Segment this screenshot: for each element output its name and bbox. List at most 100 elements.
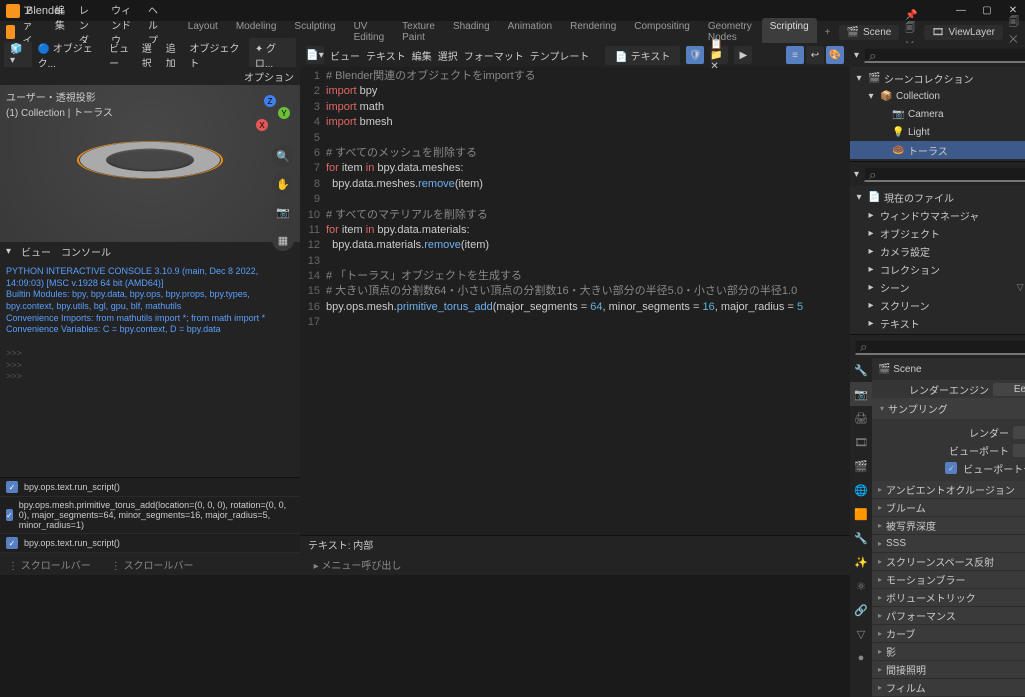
tab-output[interactable]: 🖨 [850, 406, 872, 430]
camera-icon[interactable]: 📷 [272, 201, 294, 223]
prop-section[interactable]: ▸ブルーム [872, 499, 1025, 517]
tab-physics[interactable]: ⚛ [850, 574, 872, 598]
vp-menu-object[interactable]: オブジェクト [189, 40, 242, 70]
prop-section[interactable]: ▸モーションブラー [872, 571, 1025, 589]
axis-z[interactable]: Z [264, 95, 276, 107]
fb-row[interactable]: ▸ウィンドウマネージャ [850, 206, 1025, 224]
render-samples-input[interactable]: 64 [1013, 426, 1025, 439]
outliner-search[interactable] [863, 47, 1025, 63]
editor-type-button[interactable]: 🧊▾ [4, 42, 32, 68]
line-numbers-toggle[interactable]: ≡ [786, 46, 804, 64]
text-datablock[interactable]: 📄 テキスト [605, 46, 680, 65]
fb-search[interactable] [863, 166, 1025, 182]
sampling-section[interactable]: ▾サンプリング [872, 398, 1025, 419]
outliner-row[interactable]: ▾📦Collection👁 📷 [850, 87, 1025, 105]
fb-search-2[interactable] [854, 339, 1025, 355]
outliner-row[interactable]: 📷Camera👁 📷 [850, 105, 1025, 123]
tab-texture paint[interactable]: Texture Paint [394, 18, 443, 46]
pan-icon[interactable]: ✋ [272, 173, 294, 195]
tab-rendering[interactable]: Rendering [562, 18, 624, 46]
tab-constraints[interactable]: 🔗 [850, 598, 872, 622]
prop-section[interactable]: ▸アンビエントオクルージョン [872, 481, 1025, 499]
scene-collection-row[interactable]: ▾🎬シーンコレクション [850, 69, 1025, 87]
python-console[interactable]: PYTHON INTERACTIVE CONSOLE 3.10.9 (main,… [0, 260, 300, 477]
outliner[interactable]: ▾ ⚙ ▾ ▾🎬シーンコレクション ▾📦Collection👁 📷📷Camera… [850, 43, 1025, 161]
viewport-canvas[interactable]: ユーザー・透視投影 (1) Collection | トーラス Z Y X 🔍 … [0, 85, 300, 242]
fb-root[interactable]: ▾📄現在のファイル [850, 188, 1025, 206]
fb-row[interactable]: ▸スクリーン [850, 296, 1025, 314]
tab-tool[interactable]: 🔧 [850, 358, 872, 382]
tab-data[interactable]: ▽ [850, 622, 872, 646]
info-row[interactable]: ✓bpy.ops.mesh.primitive_torus_add(locati… [0, 497, 300, 534]
vp-menu-add[interactable]: 追加 [166, 40, 184, 70]
engine-dropdown[interactable]: Eevee [993, 383, 1025, 396]
prop-section[interactable]: ▸スクリーンスペース反射 [872, 553, 1025, 571]
console-editor-type[interactable]: ▾ [6, 246, 11, 257]
viewport-3d[interactable]: 🧊▾ 🔵 オブジェク... ビュー 選択 追加 オブジェクト ✦ グロ... オ… [0, 43, 300, 260]
te-menu-format[interactable]: フォーマット [464, 48, 524, 63]
file-browser[interactable]: ▾ ⚙ ▾ ▾📄現在のファイル ▸ウィンドウマネージャ▸オブジェクト▽ 🍩 🍩▸… [850, 161, 1025, 358]
te-menu-text[interactable]: テキスト [366, 48, 406, 63]
text-editor-body[interactable]: 1234567891011121314151617 # Blender関連のオブ… [300, 67, 850, 535]
prop-breadcrumb[interactable]: 🎬 Scene [878, 364, 922, 375]
tab-viewlayer[interactable]: 🎞 [850, 430, 872, 454]
tab-object[interactable]: 🟧 [850, 502, 872, 526]
tab-shading[interactable]: Shading [445, 18, 498, 46]
outliner-row[interactable]: 💡Light👁 📷 [850, 123, 1025, 141]
vp-menu-view[interactable]: ビュー [109, 40, 136, 70]
tab-compositing[interactable]: Compositing [626, 18, 698, 46]
wrap-toggle[interactable]: ↩ [806, 46, 824, 64]
unlink-button[interactable]: 📋 📁 ✕ [710, 46, 728, 64]
denoise-checkbox[interactable]: ✓ [945, 462, 957, 474]
tab-world[interactable]: 🌐 [850, 478, 872, 502]
fb-row[interactable]: ▸シーン▽ 🎬 📷 🎞 [850, 278, 1025, 296]
prop-section[interactable]: ▸影 [872, 643, 1025, 661]
prop-section[interactable]: ▸フィルム [872, 679, 1025, 697]
zoom-icon[interactable]: 🔍 [272, 145, 294, 167]
viewlayer-selector[interactable]: 🎞 ViewLayer [924, 25, 1003, 40]
prop-section[interactable]: ▸SSS [872, 535, 1025, 553]
fb-row[interactable]: ▸テキスト📄 [850, 314, 1025, 332]
new-text-button[interactable]: 🛡 [686, 46, 704, 64]
add-workspace-button[interactable]: + [819, 25, 837, 40]
fb-row[interactable]: ▸オブジェクト▽ 🍩 🍩 [850, 224, 1025, 242]
syntax-toggle[interactable]: 🎨 [826, 46, 844, 64]
fb-type-button[interactable]: ▾ [854, 169, 859, 180]
mode-dropdown[interactable]: 🔵 オブジェク... [38, 40, 104, 70]
te-menu-template[interactable]: テンプレート [530, 48, 590, 63]
te-menu-edit[interactable]: 編集 [412, 48, 432, 63]
tab-render[interactable]: 📷 [850, 382, 872, 406]
viewport-samples-input[interactable]: 16 [1013, 444, 1025, 457]
info-row[interactable]: ✓bpy.ops.text.run_script() [0, 478, 300, 497]
console-prompt[interactable]: >>> [6, 371, 294, 383]
tab-modifiers[interactable]: 🔧 [850, 526, 872, 550]
tab-particles[interactable]: ✨ [850, 550, 872, 574]
vp-footer-view[interactable]: ビュー [21, 244, 51, 259]
te-menu-view[interactable]: ビュー [330, 48, 360, 63]
outliner-row[interactable]: 🍩トーラス👁 📷 [850, 141, 1025, 159]
tab-scene[interactable]: 🎬 [850, 454, 872, 478]
prop-section[interactable]: ▸間接照明 [872, 661, 1025, 679]
app-icon[interactable] [6, 25, 15, 39]
fb-row[interactable]: ▸カメラ設定📷 [850, 242, 1025, 260]
options-dropdown[interactable]: オプション [244, 73, 294, 84]
prop-section[interactable]: ▸被写界深度 [872, 517, 1025, 535]
tab-uv editing[interactable]: UV Editing [346, 18, 393, 46]
te-menu-select[interactable]: 選択 [438, 48, 458, 63]
nav-gizmo[interactable]: Z Y X [250, 95, 290, 135]
tab-material[interactable]: ● [850, 646, 872, 670]
tab-geometry nodes[interactable]: Geometry Nodes [700, 18, 760, 46]
info-row[interactable]: ✓bpy.ops.text.run_script() [0, 534, 300, 553]
prop-section[interactable]: ▸カーブ [872, 625, 1025, 643]
vp-footer-console[interactable]: コンソール [61, 244, 111, 259]
scene-selector[interactable]: 🎬 Scene [839, 25, 900, 40]
tab-scripting[interactable]: Scripting [762, 18, 817, 46]
perspective-icon[interactable]: ▦ [272, 229, 294, 251]
axis-x[interactable]: X [256, 119, 268, 131]
fb-row[interactable]: ▸コレクション▽ 🍩 🍩 [850, 260, 1025, 278]
outliner-type-button[interactable]: ▾ [854, 50, 859, 61]
prop-section[interactable]: ▸パフォーマンス [872, 607, 1025, 625]
editor-type-button[interactable]: 📄▾ [306, 46, 324, 64]
vp-menu-select[interactable]: 選択 [142, 40, 160, 70]
tab-animation[interactable]: Animation [500, 18, 560, 46]
